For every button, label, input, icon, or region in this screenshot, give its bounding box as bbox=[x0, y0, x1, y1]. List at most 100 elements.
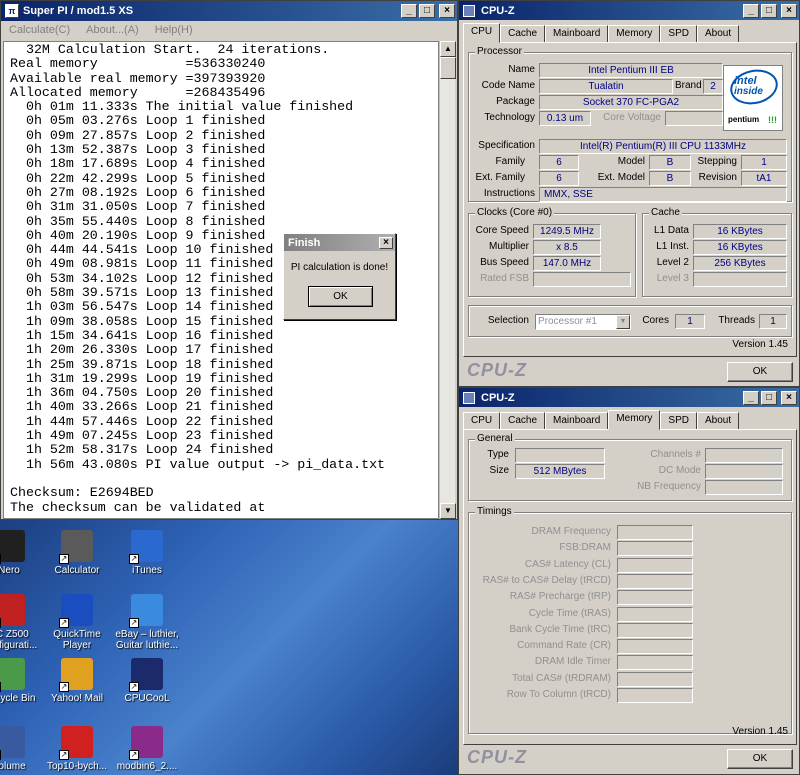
intel-pentium-logo: intel inside pentium !!! bbox=[723, 65, 783, 131]
timings-group: Timings DRAM Frequency FSB:DRAM CAS# Laten… bbox=[468, 506, 792, 734]
cpuz-titlebar[interactable]: CPU-Z _ □ × bbox=[459, 1, 799, 20]
close-icon[interactable]: × bbox=[439, 4, 455, 18]
maximize-icon[interactable]: □ bbox=[761, 3, 777, 18]
dialog-titlebar[interactable]: Finish × bbox=[284, 234, 395, 251]
ok-button[interactable]: OK bbox=[727, 362, 793, 382]
desktop-icon[interactable]: ↗EC Z500 Configurati... bbox=[0, 594, 44, 651]
timing-label: Bank Cycle Time (tRC) bbox=[509, 623, 611, 635]
processor-select[interactable]: Processor #1 ▼ bbox=[535, 314, 631, 330]
menu-help[interactable]: Help(H) bbox=[151, 24, 197, 36]
close-icon[interactable]: × bbox=[781, 3, 797, 18]
scroll-down-icon[interactable]: ▼ bbox=[440, 503, 456, 519]
shortcut-arrow-icon: ↗ bbox=[129, 750, 139, 760]
timing-value bbox=[617, 655, 693, 671]
menu-calculate[interactable]: Calculate(C) bbox=[5, 24, 74, 36]
close-icon[interactable]: × bbox=[781, 390, 797, 405]
minimize-icon[interactable]: _ bbox=[743, 390, 759, 405]
log-line: Real memory =536330240 bbox=[10, 56, 266, 72]
desktop-icon[interactable]: ↗ eBay – luthier, Guitar luthie... bbox=[112, 594, 182, 651]
desktop-icon[interactable]: ↗ iTunes bbox=[112, 530, 182, 576]
log-line: 1h 40m 33.266s Loop 21 finished bbox=[10, 399, 274, 415]
threads-value: 1 bbox=[759, 314, 787, 329]
desktop-icon[interactable]: ↗ QuickTime Player bbox=[42, 594, 112, 651]
l1data-label: L1 Data bbox=[653, 225, 689, 236]
desktop-icon[interactable]: ↗Volume bbox=[0, 726, 44, 772]
log-line: 1h 36m 04.750s Loop 20 finished bbox=[10, 385, 274, 401]
scroll-up-icon[interactable]: ▲ bbox=[440, 41, 456, 57]
tab-cpu[interactable]: CPU bbox=[463, 23, 501, 43]
selection-label: Selection bbox=[487, 315, 529, 326]
log-line: 1h 25m 39.871s Loop 18 finished bbox=[10, 356, 274, 372]
dcmode-label: DC Mode bbox=[658, 465, 701, 476]
desktop-icon[interactable]: ↗ Top10-bych... bbox=[42, 726, 112, 772]
desktop-icon[interactable]: ↗ Yahoo! Mail bbox=[42, 658, 112, 704]
tab-spd[interactable]: SPD bbox=[660, 412, 697, 430]
shortcut-arrow-icon: ↗ bbox=[59, 682, 69, 692]
extfamily-label: Ext. Family bbox=[475, 172, 525, 183]
desktop-icon[interactable]: ↗ Calculator bbox=[42, 530, 112, 576]
name-value: Intel Pentium III EB bbox=[539, 63, 723, 78]
log-line: 32M Calculation Start. 24 iterations. bbox=[10, 42, 330, 57]
timings-label: Timings bbox=[475, 506, 514, 518]
log-line: 1h 44m 57.446s Loop 22 finished bbox=[10, 413, 274, 429]
package-value: Socket 370 FC-PGA2 bbox=[539, 95, 723, 110]
cores-label: Cores bbox=[642, 315, 669, 326]
minimize-icon[interactable]: _ bbox=[401, 4, 417, 18]
processor-select-value: Processor #1 bbox=[538, 316, 597, 327]
log-line: 0h 18m 17.689s Loop 4 finished bbox=[10, 156, 266, 172]
clocks-group: Clocks (Core #0) Core Speed 1249.5 MHz M… bbox=[468, 207, 636, 297]
tab-cache[interactable]: Cache bbox=[500, 412, 546, 430]
maximize-icon[interactable]: □ bbox=[419, 4, 435, 18]
menu-about[interactable]: About...(A) bbox=[82, 24, 143, 36]
desktop-icon[interactable]: ↗ modbin6_2.... bbox=[112, 726, 182, 772]
desktop-icon[interactable]: ↗Nero bbox=[0, 530, 44, 576]
busspeed-label: Bus Speed bbox=[480, 257, 529, 268]
scroll-thumb[interactable] bbox=[440, 57, 456, 79]
timing-label: RAS# to CAS# Delay (tRCD) bbox=[482, 574, 611, 586]
app-icon: π bbox=[5, 4, 19, 18]
maximize-icon[interactable]: □ bbox=[761, 390, 777, 405]
shortcut-icon: ↗ bbox=[129, 726, 163, 760]
cpuz-titlebar[interactable]: CPU-Z _ □ × bbox=[459, 388, 799, 407]
desktop-icon-label: EC Z500 Configurati... bbox=[0, 629, 38, 651]
timing-value bbox=[617, 622, 693, 638]
dialog-title: Finish bbox=[288, 236, 321, 249]
window-title: Super PI / mod1.5 XS bbox=[23, 5, 134, 17]
extmodel-label: Ext. Model bbox=[597, 172, 645, 183]
chevron-down-icon[interactable]: ▼ bbox=[616, 315, 630, 329]
shortcut-arrow-icon: ↗ bbox=[0, 554, 1, 564]
tab-spd[interactable]: SPD bbox=[660, 25, 697, 43]
tab-bar: CPU Cache Mainboard Memory SPD About bbox=[463, 410, 740, 430]
ok-button[interactable]: OK bbox=[308, 286, 373, 307]
instructions-value: MMX, SSE bbox=[539, 187, 787, 202]
tab-cpu[interactable]: CPU bbox=[463, 412, 501, 430]
close-icon[interactable]: × bbox=[379, 236, 393, 249]
tab-cache[interactable]: Cache bbox=[500, 25, 546, 43]
tab-about[interactable]: About bbox=[696, 25, 740, 43]
timing-label: Cycle Time (tRAS) bbox=[528, 607, 611, 619]
ok-button[interactable]: OK bbox=[727, 749, 793, 769]
threads-label: Threads bbox=[718, 315, 755, 326]
tab-mainboard[interactable]: Mainboard bbox=[545, 412, 609, 430]
log-line: 1h 15m 34.641s Loop 16 finished bbox=[10, 327, 274, 343]
cpuz-brand: CPU-Z bbox=[467, 747, 527, 767]
vertical-scrollbar[interactable]: ▲ ▼ bbox=[439, 41, 456, 519]
type-label: Type bbox=[487, 449, 509, 460]
cache-group: Cache L1 Data 16 KBytes L1 Inst. 16 KByt… bbox=[642, 207, 792, 297]
desktop-icon[interactable]: ↗Recycle Bin bbox=[0, 658, 44, 704]
channels-label: Channels # bbox=[650, 449, 701, 460]
tab-mainboard[interactable]: Mainboard bbox=[545, 25, 609, 43]
minimize-icon[interactable]: _ bbox=[743, 3, 759, 18]
shortcut-arrow-icon: ↗ bbox=[129, 682, 139, 692]
shortcut-arrow-icon: ↗ bbox=[0, 750, 1, 760]
desktop-icon[interactable]: ↗ CPUCooL bbox=[112, 658, 182, 704]
tab-memory[interactable]: Memory bbox=[608, 410, 661, 430]
log-line: 1h 20m 26.330s Loop 17 finished bbox=[10, 342, 274, 358]
cpuz-memory-window: CPU-Z _ □ × CPU Cache Mainboard Memory S… bbox=[458, 387, 800, 775]
shortcut-arrow-icon: ↗ bbox=[59, 750, 69, 760]
tab-about[interactable]: About bbox=[696, 412, 740, 430]
superpi-titlebar[interactable]: π Super PI / mod1.5 XS _ □ × bbox=[1, 1, 457, 21]
tab-memory[interactable]: Memory bbox=[608, 25, 661, 43]
model-value: B bbox=[649, 155, 691, 170]
model-label: Model bbox=[617, 156, 645, 167]
